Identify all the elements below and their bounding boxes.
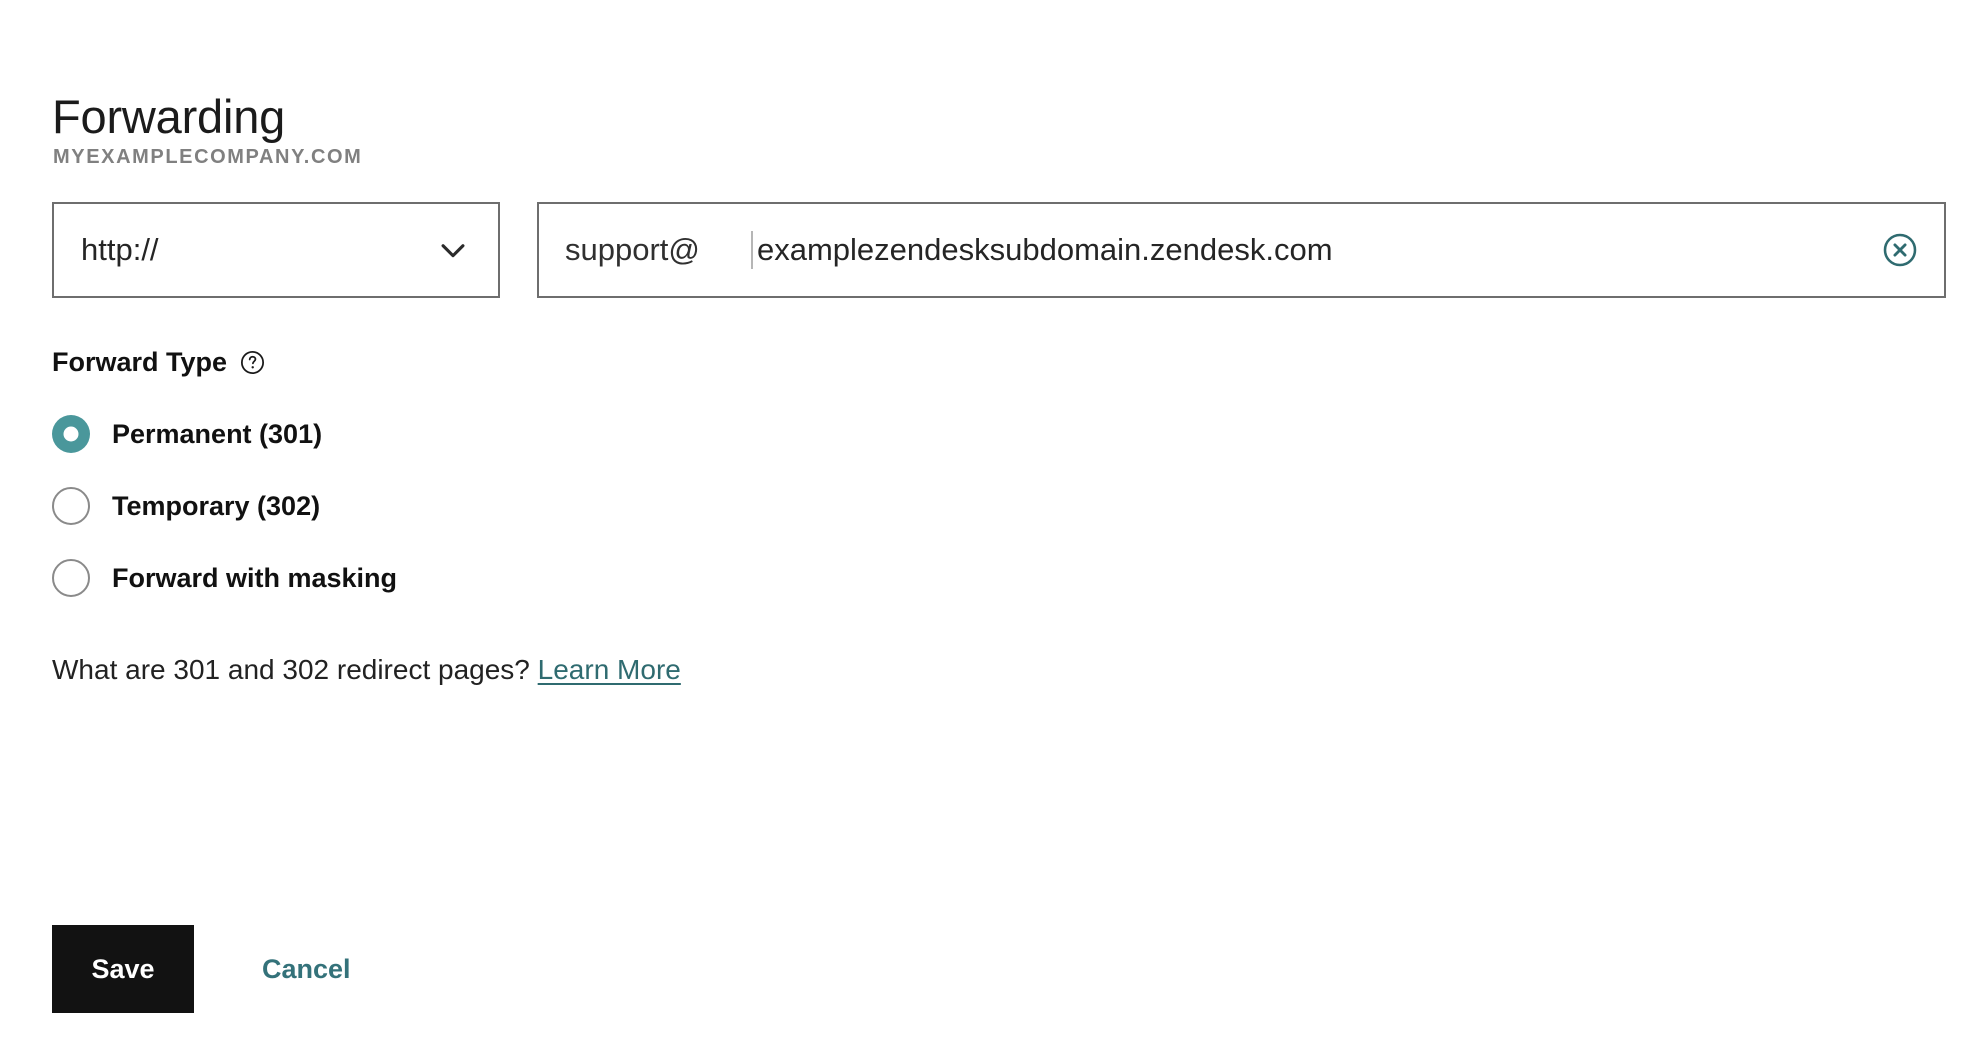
forward-type-header: Forward Type [52, 347, 265, 378]
radio-indicator-unselected[interactable] [52, 487, 90, 525]
forward-type-label: Forward Type [52, 347, 228, 377]
radio-option-forward-masking[interactable]: Forward with masking [52, 542, 397, 614]
question-circle-icon[interactable] [240, 350, 265, 375]
learn-more-link[interactable]: Learn More [538, 654, 681, 685]
radio-label-temporary-302: Temporary (302) [112, 490, 321, 521]
form-actions: Save Cancel [52, 925, 351, 1013]
save-button[interactable]: Save [52, 925, 194, 1013]
protocol-select[interactable]: http:// [52, 202, 500, 298]
radio-option-permanent-301[interactable]: Permanent (301) [52, 398, 397, 470]
radio-indicator-selected[interactable] [52, 415, 90, 453]
url-prefix-label: support@ [565, 232, 700, 267]
radio-indicator-unselected[interactable] [52, 559, 90, 597]
page-title: Forwarding [52, 90, 286, 144]
forwarding-settings-page: Forwarding MYEXAMPLECOMPANY.COM http:// … [0, 0, 1966, 1042]
forwarding-field-row: http:// support@ examplezendesksubdomain… [52, 202, 1946, 298]
text-caret [751, 231, 753, 269]
chevron-down-icon [441, 244, 465, 258]
radio-label-permanent-301: Permanent (301) [112, 418, 323, 449]
domain-label: MYEXAMPLECOMPANY.COM [53, 146, 363, 168]
url-input-value[interactable]: examplezendesksubdomain.zendesk.com [757, 232, 1333, 268]
radio-label-forward-masking: Forward with masking [112, 562, 398, 593]
cancel-button[interactable]: Cancel [262, 954, 351, 985]
radio-option-temporary-302[interactable]: Temporary (302) [52, 470, 397, 542]
forwarding-url-field[interactable]: support@ examplezendesksubdomain.zendesk… [537, 202, 1946, 298]
circle-x-icon[interactable] [1882, 232, 1918, 268]
forward-type-radio-group: Permanent (301) Temporary (302) Forward … [52, 398, 397, 614]
help-question: What are 301 and 302 redirect pages? [52, 654, 530, 685]
protocol-select-value: http:// [81, 232, 159, 267]
help-text: What are 301 and 302 redirect pages? Lea… [52, 654, 681, 686]
